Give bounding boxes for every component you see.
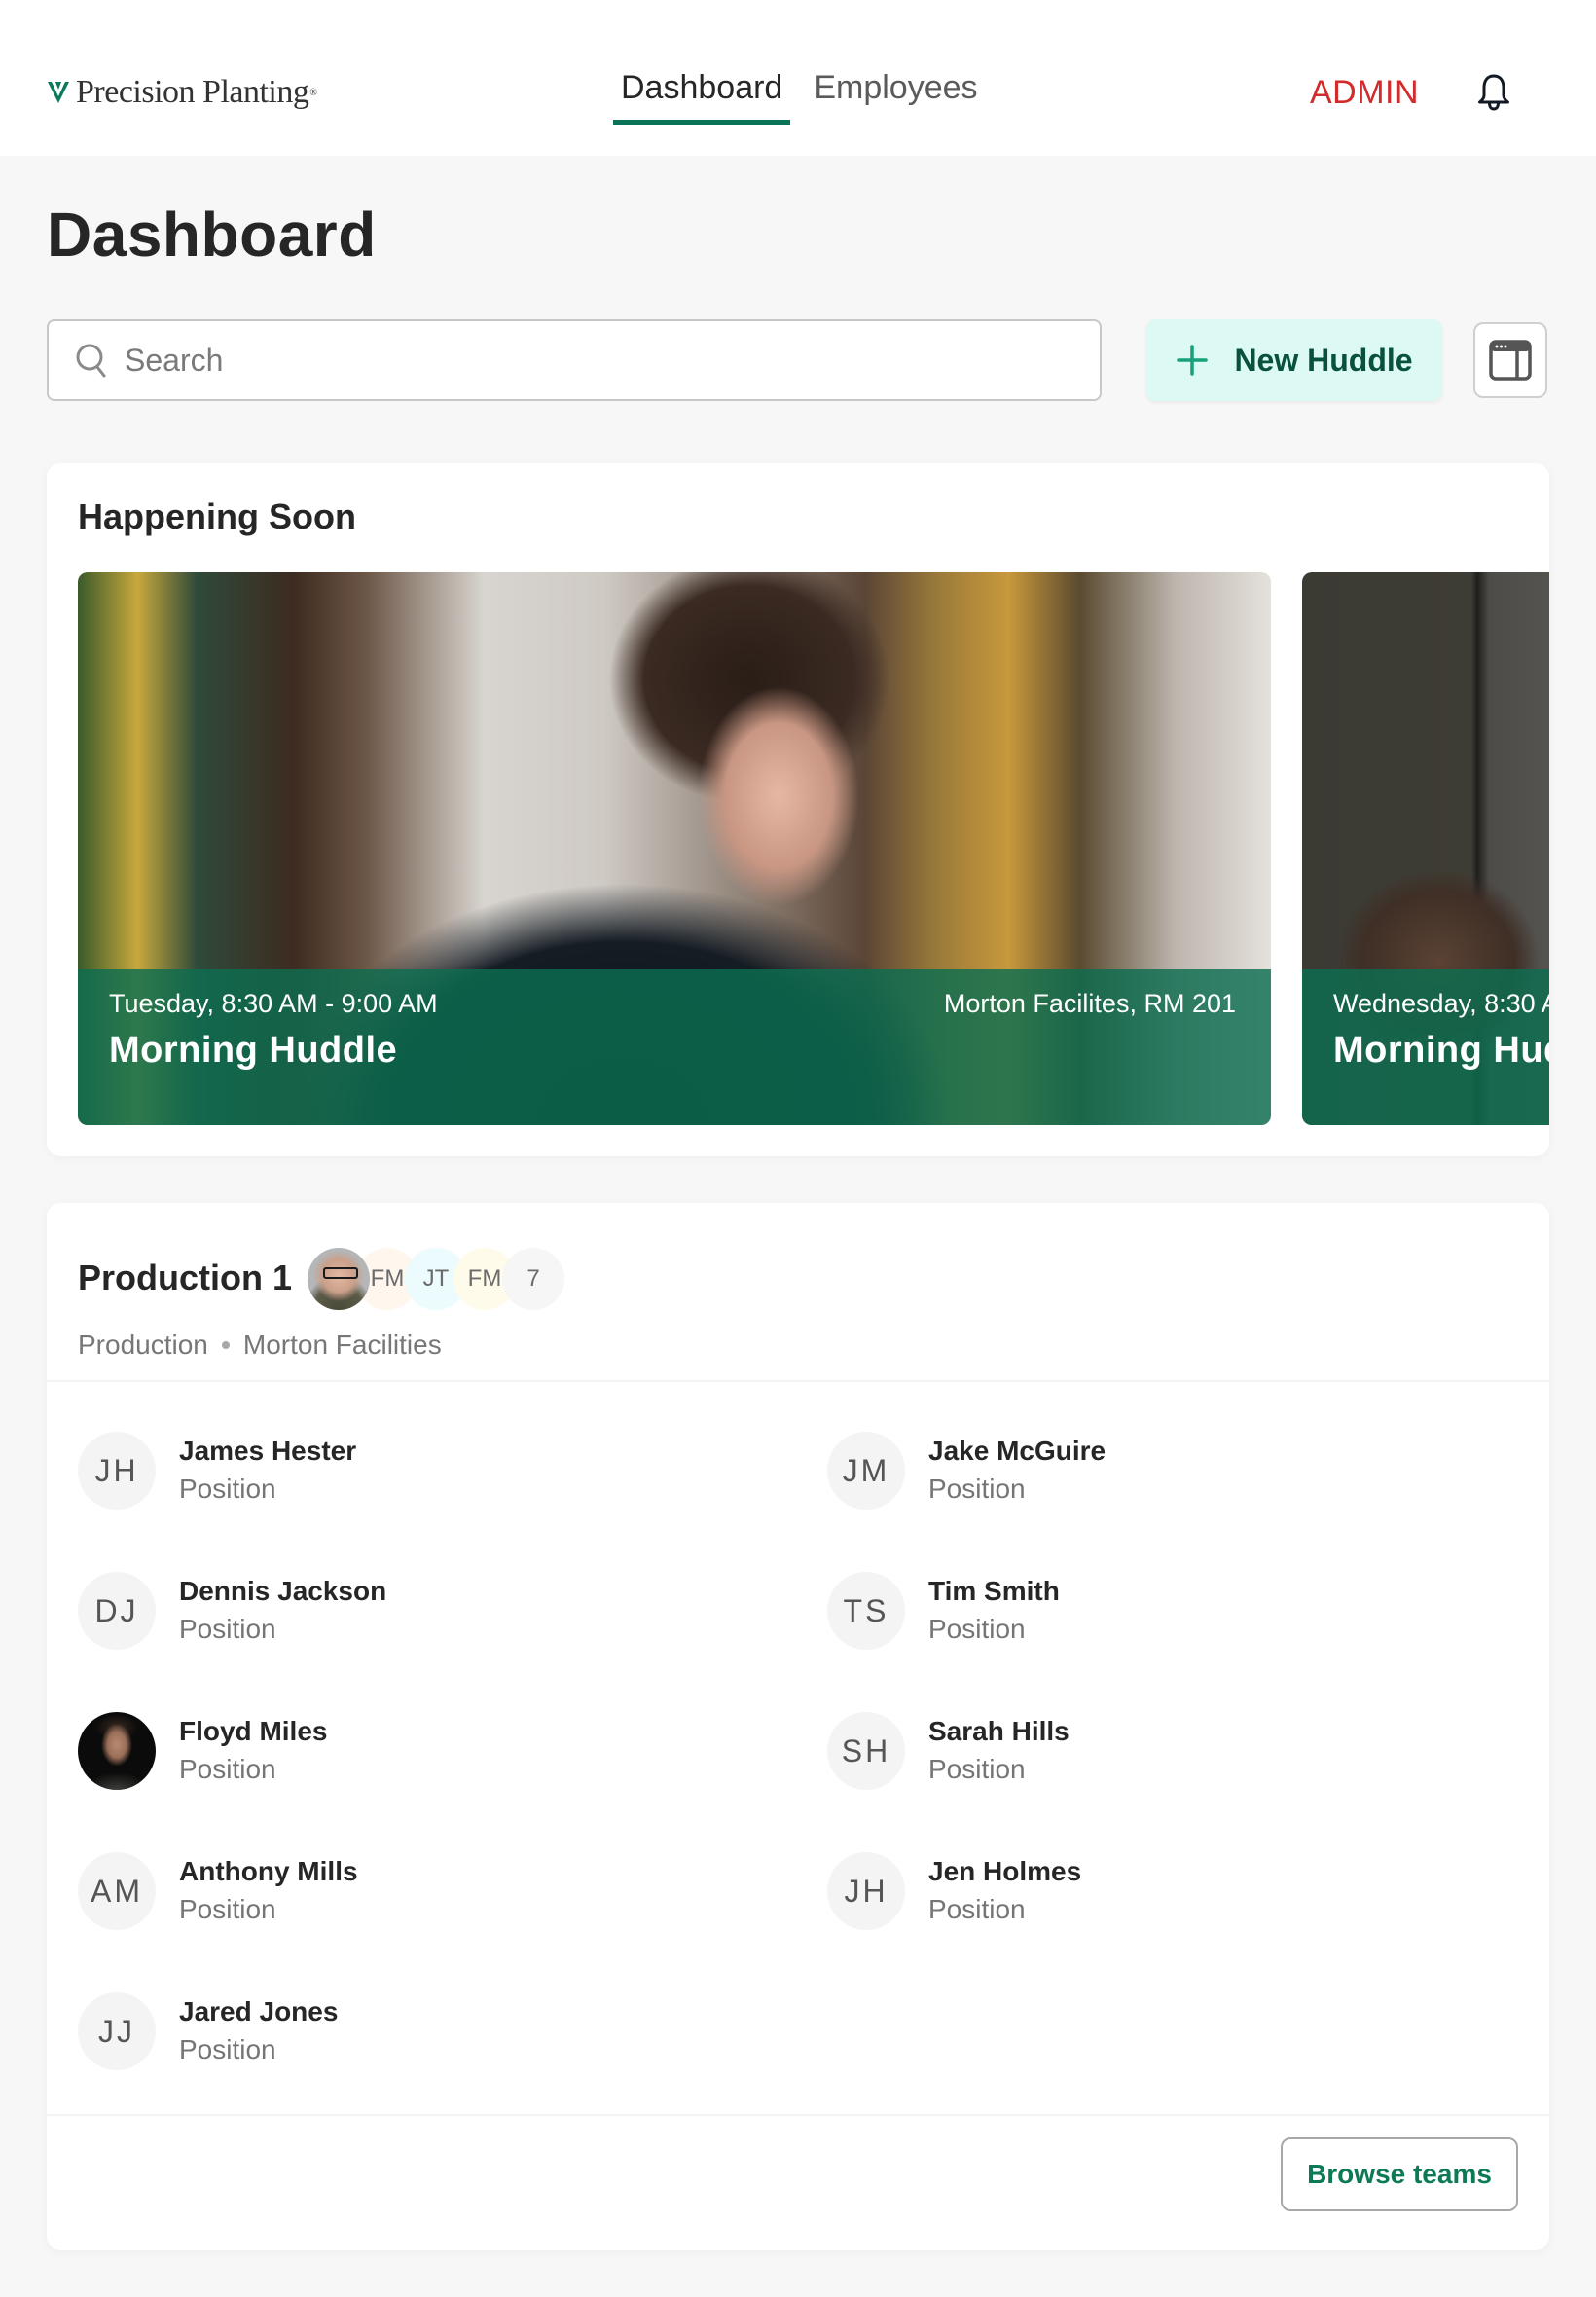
bell-icon[interactable] [1471, 70, 1516, 115]
logo-text: Precision Planting [76, 74, 309, 110]
team-location: Morton Facilities [242, 1330, 442, 1360]
browse-teams-button[interactable]: Browse teams [1281, 2137, 1518, 2211]
event-location: Morton Facilites, RM 201 [943, 989, 1236, 1018]
admin-role-link[interactable]: ADMIN [1310, 74, 1419, 112]
list-item[interactable]: JM Jake McGuire Position [827, 1427, 1411, 1514]
search-input[interactable] [125, 331, 1100, 389]
member-name: James Hester [179, 1436, 357, 1466]
avatar-photo [78, 1712, 156, 1790]
team-meta: Production Morton Facilities [78, 1330, 442, 1361]
logo-registered-mark: ® [309, 87, 317, 98]
event-card[interactable]: Tuesday, 8:30 AM - 9:00 AM Morton Facili… [78, 572, 1271, 1125]
event-title: Morning Huddle [109, 1030, 398, 1071]
new-huddle-button[interactable]: New Huddle [1146, 319, 1442, 401]
event-info-overlay: Wednesday, 8:30 AM Morning Huddle [1302, 969, 1549, 1125]
member-position: Position [928, 1614, 1026, 1644]
member-position: Position [928, 1474, 1026, 1504]
avatar: JM [827, 1432, 905, 1510]
sprout-logo-icon [48, 82, 69, 103]
avatar: JH [827, 1852, 905, 1930]
top-navigation-bar: Precision Planting ® Dashboard Employees … [0, 0, 1596, 156]
layout-panels-icon [1489, 340, 1532, 381]
event-info-overlay: Tuesday, 8:30 AM - 9:00 AM Morton Facili… [78, 969, 1271, 1125]
search-field[interactable] [47, 319, 1102, 401]
avatar: JH [78, 1432, 156, 1510]
divider [47, 1380, 1549, 1382]
more-members-count[interactable]: 7 [502, 1248, 564, 1310]
divider [47, 2114, 1549, 2116]
team-department: Production [78, 1330, 208, 1360]
tab-dashboard[interactable]: Dashboard [613, 60, 791, 125]
member-position: Position [179, 1474, 276, 1504]
member-name: Floyd Miles [179, 1716, 328, 1746]
list-item[interactable]: DJ Dennis Jackson Position [78, 1567, 662, 1655]
happening-soon-heading: Happening Soon [78, 496, 356, 536]
member-name: Dennis Jackson [179, 1576, 387, 1606]
avatar[interactable] [308, 1248, 370, 1310]
member-position: Position [179, 1754, 276, 1784]
member-name: Anthony Mills [179, 1856, 358, 1886]
avatar: SH [827, 1712, 905, 1790]
search-icon [76, 344, 106, 378]
layout-toggle-button[interactable] [1473, 322, 1547, 398]
event-title: Morning Huddle [1333, 1030, 1549, 1071]
page-title: Dashboard [47, 200, 377, 270]
event-time: Tuesday, 8:30 AM - 9:00 AM [109, 989, 438, 1018]
member-name: Tim Smith [928, 1576, 1060, 1606]
member-position: Position [179, 2034, 276, 2064]
member-name: Jake McGuire [928, 1436, 1106, 1466]
tab-employees[interactable]: Employees [806, 60, 985, 125]
avatar: JJ [78, 1992, 156, 2070]
list-item[interactable]: Floyd Miles Position [78, 1707, 662, 1795]
plus-icon [1177, 345, 1209, 376]
list-item[interactable]: JH Jen Holmes Position [827, 1847, 1411, 1935]
avatar: AM [78, 1852, 156, 1930]
team-avatar-stack[interactable]: FM JT FM 7 [308, 1248, 564, 1312]
list-item[interactable]: TS Tim Smith Position [827, 1567, 1411, 1655]
event-card[interactable]: Wednesday, 8:30 AM Morning Huddle [1302, 572, 1549, 1125]
list-item[interactable]: JH James Hester Position [78, 1427, 662, 1514]
event-time: Wednesday, 8:30 AM [1333, 989, 1549, 1018]
new-huddle-label: New Huddle [1234, 342, 1413, 378]
member-position: Position [179, 1614, 276, 1644]
list-item[interactable]: JJ Jared Jones Position [78, 1987, 662, 2075]
avatar: DJ [78, 1572, 156, 1650]
member-name: Sarah Hills [928, 1716, 1070, 1746]
member-name: Jen Holmes [928, 1856, 1082, 1886]
list-item[interactable]: SH Sarah Hills Position [827, 1707, 1411, 1795]
list-item[interactable]: AM Anthony Mills Position [78, 1847, 662, 1935]
precision-planting-logo[interactable]: Precision Planting ® [47, 68, 317, 117]
happening-soon-card: Happening Soon Tuesday, 8:30 AM - 9:00 A… [47, 463, 1549, 1156]
member-name: Jared Jones [179, 1996, 339, 2026]
team-name: Production 1 [78, 1258, 293, 1297]
member-position: Position [928, 1754, 1026, 1784]
separator-dot [221, 1341, 230, 1349]
team-card: Production 1 FM JT FM 7 Production Morto… [47, 1203, 1549, 2250]
member-position: Position [928, 1894, 1026, 1924]
main-nav: Dashboard Employees [613, 60, 1001, 127]
member-position: Position [179, 1894, 276, 1924]
avatar: TS [827, 1572, 905, 1650]
